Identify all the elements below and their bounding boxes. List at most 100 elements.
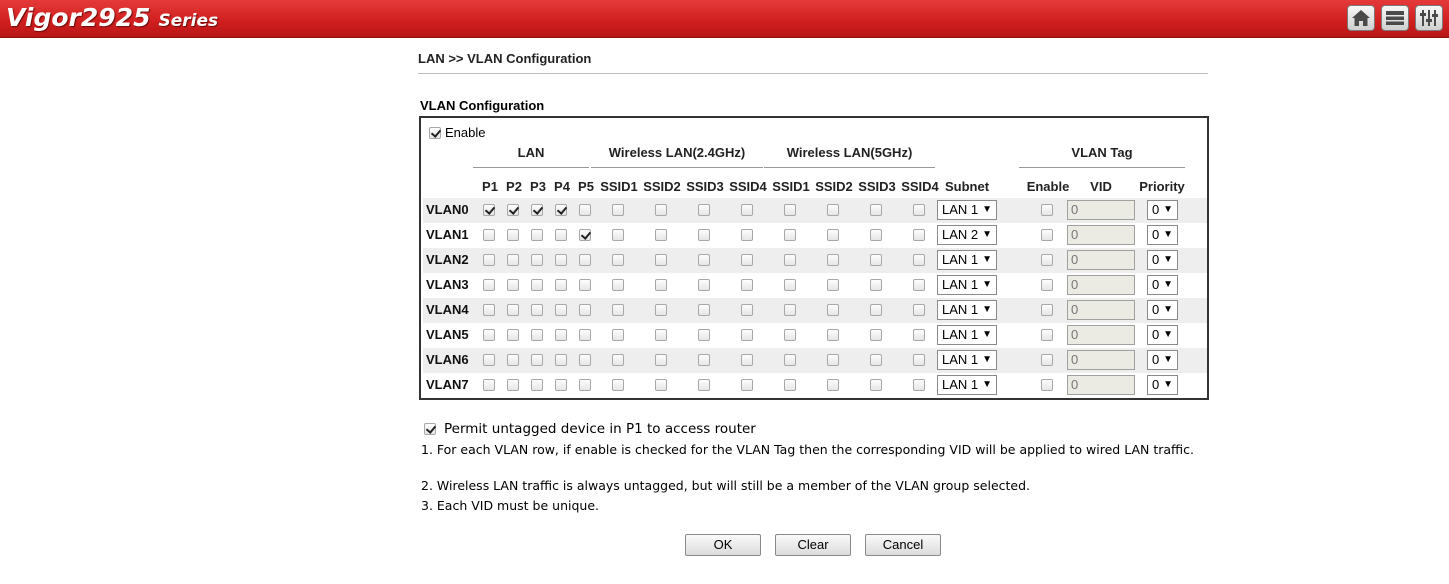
wlan5-ssid3-checkbox[interactable] bbox=[870, 204, 882, 216]
wlan5-ssid2-checkbox[interactable] bbox=[827, 229, 839, 241]
port-p1-checkbox[interactable] bbox=[483, 204, 495, 216]
wlan24-ssid1-checkbox[interactable] bbox=[612, 279, 624, 291]
wlan5-ssid1-checkbox[interactable] bbox=[784, 229, 796, 241]
wlan5-ssid4-checkbox[interactable] bbox=[913, 204, 925, 216]
port-p1-checkbox[interactable] bbox=[483, 354, 495, 366]
wlan5-ssid4-checkbox[interactable] bbox=[913, 254, 925, 266]
wlan5-ssid4-checkbox[interactable] bbox=[913, 304, 925, 316]
wlan24-ssid3-checkbox[interactable] bbox=[698, 254, 710, 266]
priority-select[interactable]: 0 ▼ bbox=[1147, 200, 1178, 220]
port-p4-checkbox[interactable] bbox=[555, 379, 567, 391]
wlan5-ssid1-checkbox[interactable] bbox=[784, 379, 796, 391]
wlan24-ssid1-checkbox[interactable] bbox=[612, 204, 624, 216]
settings-sliders-icon[interactable] bbox=[1415, 5, 1443, 31]
subnet-select[interactable]: LAN 1 ▼ bbox=[937, 350, 997, 370]
port-p1-checkbox[interactable] bbox=[483, 329, 495, 341]
wlan5-ssid3-checkbox[interactable] bbox=[870, 304, 882, 316]
port-p3-checkbox[interactable] bbox=[531, 229, 543, 241]
permit-untagged-checkbox[interactable] bbox=[424, 423, 436, 435]
wlan5-ssid3-checkbox[interactable] bbox=[870, 254, 882, 266]
vlan-tag-enable-checkbox[interactable] bbox=[1041, 329, 1053, 341]
wlan5-ssid2-checkbox[interactable] bbox=[827, 329, 839, 341]
wlan24-ssid4-checkbox[interactable] bbox=[741, 354, 753, 366]
port-p2-checkbox[interactable] bbox=[507, 304, 519, 316]
port-p4-checkbox[interactable] bbox=[555, 229, 567, 241]
clear-button[interactable]: Clear bbox=[775, 534, 851, 556]
wlan5-ssid4-checkbox[interactable] bbox=[913, 229, 925, 241]
wlan5-ssid1-checkbox[interactable] bbox=[784, 204, 796, 216]
wlan24-ssid1-checkbox[interactable] bbox=[612, 229, 624, 241]
priority-select[interactable]: 0 ▼ bbox=[1147, 250, 1178, 270]
wlan24-ssid1-checkbox[interactable] bbox=[612, 329, 624, 341]
vlan-tag-enable-checkbox[interactable] bbox=[1041, 304, 1053, 316]
port-p1-checkbox[interactable] bbox=[483, 229, 495, 241]
vid-input[interactable]: 0 bbox=[1067, 250, 1135, 270]
wlan24-ssid4-checkbox[interactable] bbox=[741, 304, 753, 316]
port-p5-checkbox[interactable] bbox=[579, 279, 591, 291]
port-p2-checkbox[interactable] bbox=[507, 279, 519, 291]
port-p3-checkbox[interactable] bbox=[531, 204, 543, 216]
menu-icon[interactable] bbox=[1381, 5, 1409, 31]
subnet-select[interactable]: LAN 1 ▼ bbox=[937, 275, 997, 295]
vid-input[interactable]: 0 bbox=[1067, 375, 1135, 395]
port-p2-checkbox[interactable] bbox=[507, 204, 519, 216]
port-p4-checkbox[interactable] bbox=[555, 304, 567, 316]
wlan24-ssid3-checkbox[interactable] bbox=[698, 229, 710, 241]
wlan24-ssid4-checkbox[interactable] bbox=[741, 329, 753, 341]
wlan24-ssid3-checkbox[interactable] bbox=[698, 279, 710, 291]
priority-select[interactable]: 0 ▼ bbox=[1147, 225, 1178, 245]
vid-input[interactable]: 0 bbox=[1067, 300, 1135, 320]
wlan24-ssid3-checkbox[interactable] bbox=[698, 354, 710, 366]
wlan5-ssid3-checkbox[interactable] bbox=[870, 229, 882, 241]
port-p3-checkbox[interactable] bbox=[531, 254, 543, 266]
port-p2-checkbox[interactable] bbox=[507, 354, 519, 366]
port-p5-checkbox[interactable] bbox=[579, 229, 591, 241]
wlan5-ssid4-checkbox[interactable] bbox=[913, 379, 925, 391]
vlan-tag-enable-checkbox[interactable] bbox=[1041, 204, 1053, 216]
port-p2-checkbox[interactable] bbox=[507, 254, 519, 266]
wlan5-ssid4-checkbox[interactable] bbox=[913, 354, 925, 366]
port-p5-checkbox[interactable] bbox=[579, 329, 591, 341]
port-p1-checkbox[interactable] bbox=[483, 254, 495, 266]
wlan5-ssid2-checkbox[interactable] bbox=[827, 254, 839, 266]
priority-select[interactable]: 0 ▼ bbox=[1147, 350, 1178, 370]
subnet-select[interactable]: LAN 1 ▼ bbox=[937, 325, 997, 345]
subnet-select[interactable]: LAN 2 ▼ bbox=[937, 225, 997, 245]
wlan24-ssid1-checkbox[interactable] bbox=[612, 354, 624, 366]
wlan24-ssid1-checkbox[interactable] bbox=[612, 379, 624, 391]
wlan5-ssid3-checkbox[interactable] bbox=[870, 329, 882, 341]
wlan5-ssid2-checkbox[interactable] bbox=[827, 304, 839, 316]
wlan24-ssid2-checkbox[interactable] bbox=[655, 304, 667, 316]
port-p4-checkbox[interactable] bbox=[555, 254, 567, 266]
wlan5-ssid2-checkbox[interactable] bbox=[827, 279, 839, 291]
port-p2-checkbox[interactable] bbox=[507, 229, 519, 241]
vlan-tag-enable-checkbox[interactable] bbox=[1041, 354, 1053, 366]
wlan5-ssid3-checkbox[interactable] bbox=[870, 354, 882, 366]
ok-button[interactable]: OK bbox=[685, 534, 761, 556]
vid-input[interactable]: 0 bbox=[1067, 350, 1135, 370]
port-p4-checkbox[interactable] bbox=[555, 279, 567, 291]
port-p5-checkbox[interactable] bbox=[579, 379, 591, 391]
port-p2-checkbox[interactable] bbox=[507, 329, 519, 341]
wlan24-ssid2-checkbox[interactable] bbox=[655, 229, 667, 241]
wlan24-ssid2-checkbox[interactable] bbox=[655, 379, 667, 391]
port-p2-checkbox[interactable] bbox=[507, 379, 519, 391]
subnet-select[interactable]: LAN 1 ▼ bbox=[937, 250, 997, 270]
wlan5-ssid1-checkbox[interactable] bbox=[784, 329, 796, 341]
wlan5-ssid4-checkbox[interactable] bbox=[913, 279, 925, 291]
port-p1-checkbox[interactable] bbox=[483, 304, 495, 316]
priority-select[interactable]: 0 ▼ bbox=[1147, 375, 1178, 395]
port-p5-checkbox[interactable] bbox=[579, 254, 591, 266]
port-p1-checkbox[interactable] bbox=[483, 279, 495, 291]
wlan24-ssid2-checkbox[interactable] bbox=[655, 204, 667, 216]
port-p5-checkbox[interactable] bbox=[579, 354, 591, 366]
wlan24-ssid3-checkbox[interactable] bbox=[698, 379, 710, 391]
wlan24-ssid4-checkbox[interactable] bbox=[741, 254, 753, 266]
port-p3-checkbox[interactable] bbox=[531, 329, 543, 341]
wlan24-ssid3-checkbox[interactable] bbox=[698, 204, 710, 216]
wlan24-ssid2-checkbox[interactable] bbox=[655, 254, 667, 266]
port-p5-checkbox[interactable] bbox=[579, 304, 591, 316]
priority-select[interactable]: 0 ▼ bbox=[1147, 300, 1178, 320]
vid-input[interactable]: 0 bbox=[1067, 325, 1135, 345]
wlan24-ssid1-checkbox[interactable] bbox=[612, 254, 624, 266]
